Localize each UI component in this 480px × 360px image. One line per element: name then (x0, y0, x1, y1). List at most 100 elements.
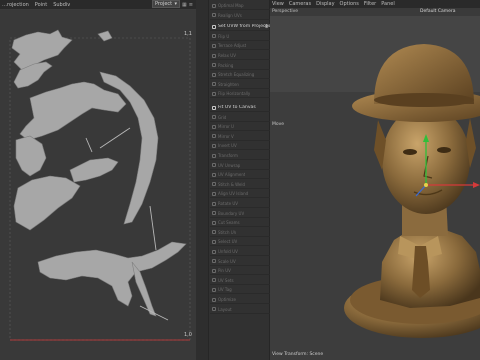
command-label: Rotate UV (218, 201, 239, 206)
command-icon (212, 297, 216, 302)
command-item[interactable]: UV Unwrap (210, 162, 270, 170)
uv-corner-label: 1,0 (184, 332, 192, 338)
gizmo-x-arrow[interactable] (473, 182, 480, 188)
command-item[interactable]: Terrace Adjust (210, 42, 270, 51)
uv-edge (85, 137, 93, 153)
uv-command-panel: Optimal Map Realign UVs Set UVW from Proje… (208, 0, 270, 360)
command-item[interactable]: Unfold UV (210, 248, 270, 256)
command-label: Select UV (218, 239, 238, 245)
command-item[interactable]: Stitch UV (210, 229, 270, 237)
viewport-menu-item[interactable]: Options (340, 1, 359, 7)
command-item[interactable]: Optimize (210, 296, 270, 304)
uv-island[interactable] (15, 135, 47, 177)
command-item[interactable]: Set UVW from Projection ⚙ (210, 23, 270, 32)
command-item[interactable]: Fit UV to Canvas (210, 104, 270, 112)
uv-island[interactable] (13, 175, 81, 231)
gizmo-center[interactable] (424, 183, 428, 187)
command-item[interactable]: Optimal Map (210, 2, 270, 10)
projection-dropdown-value: Project (155, 1, 173, 7)
command-icon (212, 191, 216, 196)
command-item[interactable]: Mirror V (210, 133, 270, 141)
command-label: Optimal Map (218, 3, 244, 8)
uv-island[interactable] (97, 30, 113, 42)
command-label: Grid (218, 114, 227, 120)
uv-islands-view[interactable] (0, 10, 196, 360)
command-item[interactable]: UV Sets (210, 277, 270, 285)
perspective-label: Perspective (272, 9, 299, 14)
viewport-scene[interactable] (270, 0, 480, 360)
command-icon (212, 153, 216, 158)
command-label: Realign UVs (218, 12, 242, 18)
command-icon (212, 143, 216, 148)
command-icon (212, 115, 216, 120)
grid-icon[interactable]: ▦ (182, 2, 187, 8)
command-item[interactable]: Straighten (210, 81, 270, 89)
command-label: Layout (218, 306, 232, 312)
uv-menu-item[interactable]: …rojection (2, 2, 29, 8)
uv-editor-panel: …rojection Point Subdiv Project ▾ ▦ ≡ 1,… (0, 0, 196, 360)
uv-island[interactable] (37, 241, 187, 307)
projection-dropdown[interactable]: Project ▾ (152, 0, 180, 8)
command-label: Cut Seams (218, 220, 240, 226)
uv-menu-item[interactable]: Subdiv (53, 2, 70, 8)
uv-canvas[interactable]: 1,1 1,0 (0, 10, 196, 360)
command-item[interactable]: Boundary UV (210, 210, 270, 218)
command-item[interactable]: Mirror U (210, 123, 270, 132)
command-item[interactable]: Realign UVs (210, 12, 270, 20)
command-icon (212, 211, 216, 216)
move-tool-label: Move (272, 122, 285, 127)
command-icon (212, 34, 216, 39)
command-item[interactable]: Flip U (210, 33, 270, 41)
uv-edge (139, 305, 169, 321)
uv-corner-label: 1,1 (184, 31, 192, 37)
command-item[interactable]: Pin UV (210, 267, 270, 276)
command-icon (212, 230, 216, 235)
command-item[interactable]: Layout (210, 306, 270, 314)
camera-label[interactable]: Default Camera (420, 9, 456, 14)
command-item[interactable]: Grid (210, 114, 270, 122)
command-icon (212, 259, 216, 264)
uv-menu-item[interactable]: Point (35, 2, 47, 8)
menu-icon[interactable]: ≡ (189, 2, 193, 8)
command-icon (212, 124, 216, 129)
command-item[interactable]: Align UV Island (210, 190, 270, 199)
command-item[interactable]: Stretch Equalizing (210, 71, 270, 80)
command-item[interactable]: Packing (210, 62, 270, 70)
viewport-menu-item[interactable]: Cameras (289, 1, 311, 7)
viewport-menu-item[interactable]: Panel (381, 1, 395, 7)
command-item[interactable]: UV Tag (210, 286, 270, 295)
bust-eye (437, 147, 451, 153)
command-icon (212, 172, 216, 177)
command-item[interactable]: Transform (210, 152, 270, 160)
viewport-menu-item[interactable]: Filter (364, 1, 376, 7)
command-label: Stitch & Weld (218, 181, 246, 187)
uv-island[interactable] (19, 81, 127, 141)
uv-island[interactable] (69, 157, 119, 183)
viewport-menu-item[interactable]: View (272, 1, 284, 7)
command-label: Mirror U (218, 124, 234, 130)
command-icon (212, 82, 216, 87)
command-item[interactable]: Stitch & Weld (210, 181, 270, 189)
command-item[interactable]: Flip Horizontally (210, 90, 270, 99)
command-item[interactable]: Scale UV (210, 258, 270, 266)
command-label: UV Unwrap (218, 162, 241, 168)
viewport-menubar: View Cameras Display Options Filter Pane… (270, 0, 480, 8)
command-icon (212, 163, 216, 168)
3d-viewport[interactable]: View Cameras Display Options Filter Pane… (270, 0, 480, 360)
command-item[interactable]: Rotate UV (210, 200, 270, 208)
command-icon (212, 53, 216, 58)
command-item[interactable]: UV Alignment (210, 171, 270, 180)
command-item[interactable]: Select UV (210, 238, 270, 247)
viewport-menu-item[interactable]: Display (316, 1, 334, 7)
command-icon (212, 63, 216, 68)
command-icon (212, 134, 216, 139)
command-label: Relax UV (218, 53, 236, 58)
command-icon (212, 268, 216, 273)
command-label: Invert UV (218, 143, 237, 149)
gear-icon[interactable]: ⚙ (265, 24, 269, 30)
command-label: Packing (218, 62, 234, 68)
command-item[interactable]: Invert UV (210, 142, 270, 151)
command-item[interactable]: Relax UV (210, 52, 270, 60)
command-icon (212, 72, 216, 77)
command-item[interactable]: Cut Seams (210, 219, 270, 228)
